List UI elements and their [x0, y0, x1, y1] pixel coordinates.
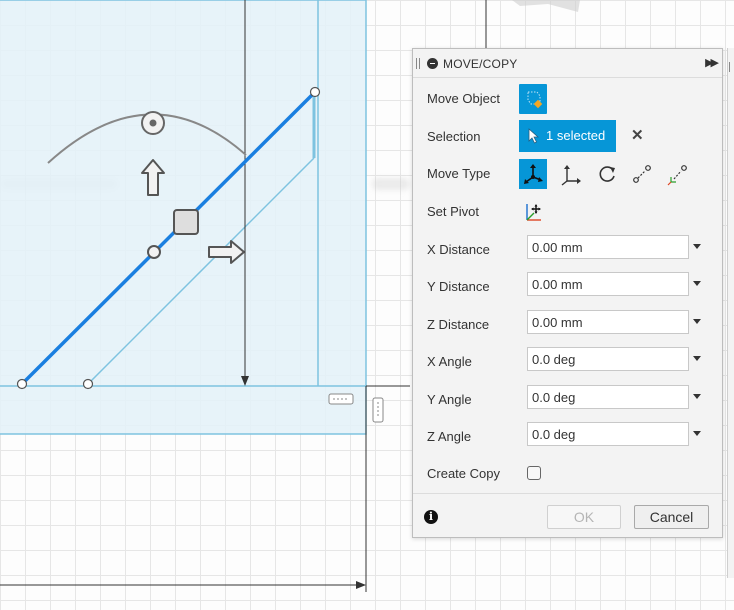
y-angle-field[interactable]: [527, 385, 689, 409]
free-move-handle-icon[interactable]: [173, 209, 199, 235]
move-object-label: Move Object: [427, 91, 500, 106]
create-copy-label: Create Copy: [427, 466, 500, 481]
dialog-header[interactable]: MOVE/COPY ▶▶: [413, 49, 722, 78]
x-angle-dropdown-icon[interactable]: [693, 356, 701, 361]
set-pivot-label: Set Pivot: [427, 204, 480, 219]
sketch-point-start[interactable]: [16, 378, 28, 390]
move-type-label: Move Type: [427, 166, 491, 181]
x-angle-input[interactable]: [532, 351, 682, 367]
x-angle-field[interactable]: [527, 347, 689, 371]
x-distance-dropdown-icon[interactable]: [693, 244, 701, 249]
row-y-distance: Y Distance: [413, 269, 722, 305]
dialog-title: MOVE/COPY: [443, 57, 518, 71]
row-move-type: Move Type: [413, 156, 722, 192]
translate-icon[interactable]: [556, 159, 584, 189]
y-angle-input[interactable]: [532, 389, 682, 405]
z-distance-field[interactable]: [527, 310, 689, 334]
row-z-angle: Z Angle: [413, 419, 722, 455]
z-angle-input[interactable]: [532, 426, 682, 442]
pivot-axes-icon[interactable]: [519, 197, 547, 227]
ok-button[interactable]: OK: [547, 505, 621, 529]
point-to-position-icon[interactable]: [664, 159, 692, 189]
dialog-grip-icon[interactable]: [416, 58, 420, 69]
z-distance-dropdown-icon[interactable]: [693, 319, 701, 324]
double-chevron-right-icon[interactable]: ▶▶: [705, 56, 719, 69]
row-selection: Selection 1 selected ✕: [413, 119, 722, 155]
rotate-icon[interactable]: [593, 159, 621, 189]
selection-label: Selection: [427, 129, 481, 144]
viewcube-fragment: [512, 0, 580, 12]
y-distance-dropdown-icon[interactable]: [693, 281, 701, 286]
y-distance-input[interactable]: [532, 276, 682, 292]
dimension-arrow-right-icon: [356, 581, 366, 589]
x-distance-input[interactable]: [532, 239, 682, 255]
minus-circle-icon[interactable]: [427, 58, 438, 69]
y-distance-label: Y Distance: [427, 279, 490, 294]
x-angle-label: X Angle: [427, 354, 472, 369]
row-move-object: Move Object: [413, 81, 722, 117]
cancel-button[interactable]: Cancel: [634, 505, 709, 529]
sketch-point-copy[interactable]: [82, 378, 94, 390]
close-icon[interactable]: ✕: [631, 126, 644, 144]
rotate-handle-dot: [149, 119, 157, 127]
z-distance-input[interactable]: [532, 314, 682, 330]
row-set-pivot: Set Pivot: [413, 194, 722, 230]
selection-button[interactable]: 1 selected: [519, 120, 616, 152]
row-y-angle: Y Angle: [413, 382, 722, 418]
right-panel-strip: [727, 48, 734, 578]
right-panel-grip: [729, 62, 732, 72]
point-to-point-icon[interactable]: [628, 159, 656, 189]
x-distance-label: X Distance: [427, 242, 490, 257]
cursor-arrow-icon: [528, 128, 540, 144]
row-create-copy: Create Copy: [413, 456, 722, 492]
y-angle-label: Y Angle: [427, 392, 472, 407]
sketch-point-end[interactable]: [309, 86, 321, 98]
row-x-angle: X Angle: [413, 344, 722, 380]
z-distance-label: Z Distance: [427, 317, 490, 332]
selection-count: 1 selected: [546, 128, 606, 143]
row-x-distance: X Distance: [413, 232, 722, 268]
create-copy-checkbox[interactable]: [527, 466, 541, 480]
x-distance-field[interactable]: [527, 235, 689, 259]
z-angle-field[interactable]: [527, 422, 689, 446]
free-move-icon[interactable]: [519, 159, 547, 189]
pivot-origin-handle[interactable]: [147, 245, 161, 259]
y-distance-field[interactable]: [527, 272, 689, 296]
body-select-icon: [527, 91, 543, 109]
z-angle-dropdown-icon[interactable]: [693, 431, 701, 436]
info-icon[interactable]: i: [424, 510, 438, 524]
y-angle-dropdown-icon[interactable]: [693, 394, 701, 399]
row-z-distance: Z Distance: [413, 307, 722, 343]
dialog-footer: i OK Cancel: [413, 493, 722, 539]
move-object-select-button[interactable]: [519, 84, 547, 114]
z-angle-label: Z Angle: [427, 429, 472, 444]
move-copy-dialog: MOVE/COPY ▶▶ Move Object Selection 1 sel…: [412, 48, 723, 538]
